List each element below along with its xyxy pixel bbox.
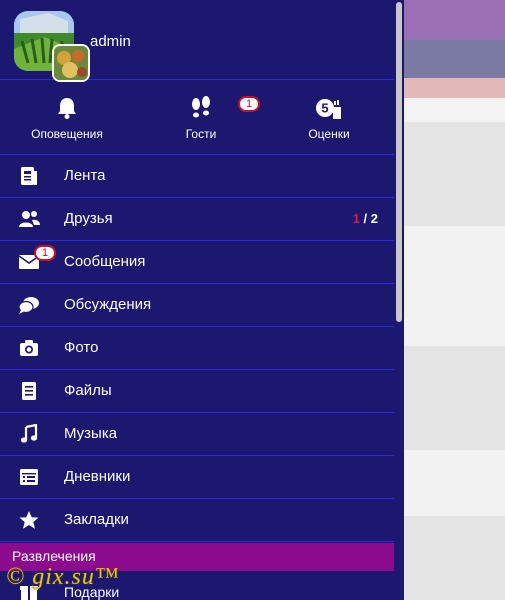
- notifications-label: Оповещения: [31, 127, 103, 141]
- menu-item-label: Лента: [64, 167, 106, 184]
- guests-label: Гости: [185, 127, 217, 141]
- quick-actions: Оповещения 1 Гости 5 Оценки: [0, 80, 404, 155]
- star-icon: [18, 510, 40, 530]
- menu-item-label: Фото: [64, 339, 99, 356]
- camera-icon: [18, 338, 40, 358]
- bg-band: [404, 516, 505, 600]
- menu-item-bookmarks[interactable]: Закладки: [0, 499, 404, 542]
- menu-item-discussions[interactable]: Обсуждения: [0, 284, 404, 327]
- menu-item-music[interactable]: Музыка: [0, 413, 404, 456]
- main-menu: Лента Друзья 1 / 2 1 Сообщения Обсуждени…: [0, 155, 404, 542]
- chat-bubbles-icon: [18, 295, 40, 315]
- bg-band: [404, 450, 505, 516]
- bg-band: [404, 0, 505, 40]
- menu-item-label: Обсуждения: [64, 296, 152, 313]
- guests-badge: 1: [238, 96, 260, 112]
- ratings-label: Оценки: [308, 127, 350, 141]
- guests-button[interactable]: 1 Гости: [134, 80, 268, 154]
- ratings-button[interactable]: 5 Оценки: [262, 80, 396, 154]
- bg-band: [404, 40, 505, 78]
- section-label: Развлечения: [12, 548, 96, 564]
- watermark: © gix.su™: [6, 564, 120, 590]
- bg-band: [404, 346, 505, 450]
- diary-icon: [18, 467, 40, 487]
- rating-five-icon: 5: [314, 95, 344, 121]
- friends-count: 1 / 2: [353, 211, 378, 226]
- side-drawer: admin Оповещения 1 Гости 5 Оценки Лента …: [0, 0, 404, 600]
- menu-item-label: Музыка: [64, 425, 118, 442]
- menu-item-label: Друзья: [64, 210, 113, 227]
- bg-band: [404, 78, 505, 98]
- menu-item-files[interactable]: Файлы: [0, 370, 404, 413]
- avatar-badge-image: [52, 44, 90, 82]
- profile-header[interactable]: admin: [0, 0, 404, 82]
- bg-band: [404, 122, 505, 226]
- friends-icon: [18, 209, 40, 229]
- menu-item-label: Файлы: [64, 382, 112, 399]
- menu-item-messages[interactable]: 1 Сообщения: [0, 241, 404, 284]
- friends-total-count: / 2: [359, 211, 378, 226]
- bell-icon: [54, 95, 80, 121]
- menu-item-label: Закладки: [64, 511, 129, 528]
- notifications-button[interactable]: Оповещения: [0, 80, 134, 154]
- username[interactable]: admin: [90, 33, 131, 50]
- footprints-icon: [188, 95, 214, 121]
- rating-five-icon-text: 5: [321, 101, 328, 116]
- messages-badge: 1: [34, 245, 56, 261]
- bg-band: [404, 98, 505, 122]
- menu-item-diaries[interactable]: Дневники: [0, 456, 404, 499]
- scrollbar-thumb[interactable]: [396, 2, 402, 322]
- menu-item-label: Дневники: [64, 468, 131, 485]
- bg-band: [404, 226, 505, 346]
- music-note-icon: [18, 424, 40, 444]
- menu-item-friends[interactable]: Друзья 1 / 2: [0, 198, 404, 241]
- friends-new-count: 1: [352, 211, 360, 226]
- menu-item-label: Сообщения: [64, 253, 146, 270]
- file-icon: [18, 381, 40, 401]
- menu-item-photo[interactable]: Фото: [0, 327, 404, 370]
- feed-icon: [18, 166, 40, 186]
- menu-item-feed[interactable]: Лента: [0, 155, 404, 198]
